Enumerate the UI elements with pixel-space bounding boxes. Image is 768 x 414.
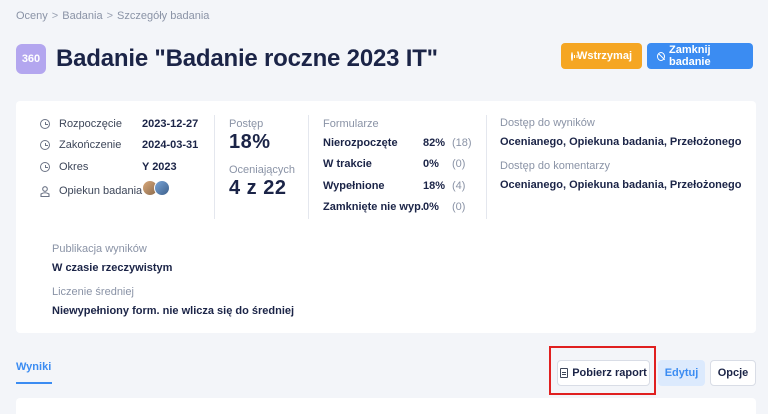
progress-value: 18%: [229, 131, 271, 153]
forms-row-pct: 82%: [423, 137, 446, 149]
results-access-value: Ocenianego, Opiekuna badania, Przełożone…: [500, 136, 742, 148]
close-survey-label: Zamknij badanie: [669, 44, 711, 68]
chevron-right-icon: >: [106, 10, 114, 22]
average-value: Niewypełniony form. nie wlicza się do śr…: [52, 305, 295, 317]
breadcrumb: Oceny > Badania > Szczegóły badania: [16, 10, 209, 22]
progress-label: Postęp: [229, 118, 264, 130]
start-date-value: 2023-12-27: [142, 118, 199, 130]
start-date-row: Rozpoczęcie: [40, 118, 122, 130]
publication-label: Publikacja wyników: [52, 243, 147, 255]
page-header: 360 Badanie "Badanie roczne 2023 IT": [16, 44, 438, 74]
forms-row-label: Zamknięte nie wyp.: [323, 201, 424, 213]
evaluators-value: 4 z 22: [229, 177, 287, 199]
forms-heading: Formularze: [323, 118, 379, 130]
avatar[interactable]: [154, 180, 170, 196]
comments-access-value: Ocenianego, Opiekuna badania, Przełożone…: [500, 179, 742, 191]
breadcrumb-oceny[interactable]: Oceny: [16, 10, 48, 22]
breadcrumb-current: Szczegóły badania: [117, 10, 210, 22]
forms-row-label: Wypełnione: [323, 180, 385, 192]
pause-button-label: Wstrzymaj: [576, 50, 633, 62]
breadcrumb-badania[interactable]: Badania: [62, 10, 102, 22]
edit-button[interactable]: Edytuj: [658, 360, 705, 386]
period-row: Okres: [40, 161, 88, 173]
active-tab-indicator: [16, 382, 52, 384]
forms-row-count: (0): [452, 201, 466, 213]
options-button[interactable]: Opcje: [710, 360, 756, 386]
forms-row-pct: 18%: [423, 180, 446, 192]
start-date-label: Rozpoczęcie: [59, 118, 122, 130]
forms-row-pct: 0%: [423, 201, 439, 213]
clock-icon: [40, 162, 50, 172]
highlight-box: [549, 346, 656, 395]
chevron-right-icon: >: [51, 10, 59, 22]
clock-icon: [40, 119, 50, 129]
forms-row-pct: 0%: [423, 158, 439, 170]
forms-row-count: (0): [452, 158, 466, 170]
end-date-label: Zakończenie: [59, 139, 122, 151]
block-icon: [657, 51, 666, 61]
end-date-row: Zakończenie: [40, 139, 121, 151]
pause-icon: [570, 51, 576, 61]
tab-results[interactable]: Wyniki: [16, 361, 51, 373]
average-label: Liczenie średniej: [52, 286, 134, 298]
owner-avatars[interactable]: [142, 180, 170, 196]
forms-row-label: W trakcie: [323, 158, 372, 170]
results-access-label: Dostęp do wyników: [500, 117, 595, 129]
user-tie-icon: [40, 185, 50, 197]
evaluators-label: Oceniających: [229, 164, 296, 176]
period-value: Y 2023: [142, 161, 177, 173]
divider: [486, 115, 487, 219]
page-title: Badanie "Badanie roczne 2023 IT": [56, 45, 438, 72]
divider: [214, 115, 215, 219]
publication-value: W czasie rzeczywistym: [52, 262, 173, 274]
comments-access-label: Dostęp do komentarzy: [500, 160, 611, 172]
forms-row-label: Nierozpoczęte: [323, 137, 398, 149]
owner-label: Opiekun badania: [59, 185, 143, 197]
close-survey-button[interactable]: Zamknij badanie: [647, 43, 753, 69]
pause-button[interactable]: Wstrzymaj: [561, 43, 642, 69]
forms-row-count: (18): [452, 137, 472, 149]
end-date-value: 2024-03-31: [142, 139, 199, 151]
owner-row: Opiekun badania: [40, 185, 142, 197]
survey-type-badge: 360: [16, 44, 46, 74]
forms-row-count: (4): [452, 180, 466, 192]
period-label: Okres: [59, 161, 89, 173]
results-panel: [16, 398, 756, 414]
divider: [308, 115, 309, 219]
clock-icon: [40, 140, 50, 150]
